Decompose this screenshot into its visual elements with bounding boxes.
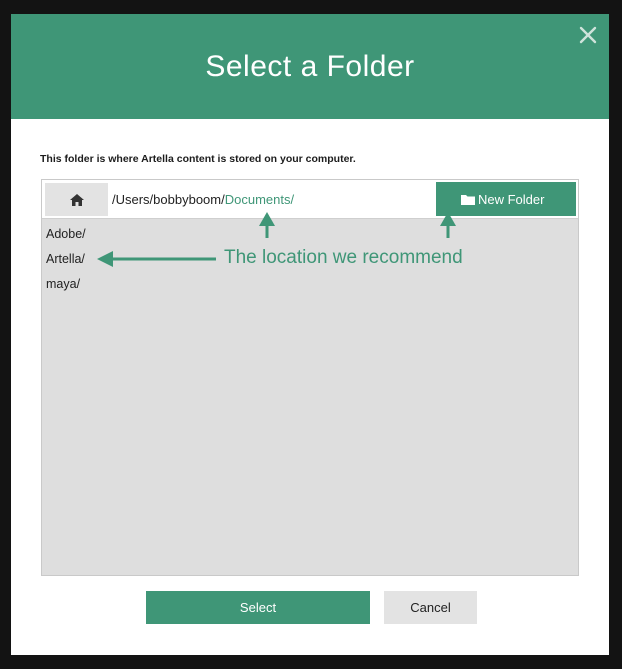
path-bar: /Users/bobbyboom/Documents/ New Folder [42,180,578,219]
folder-item-maya[interactable]: maya/ [46,277,80,291]
dialog-header: Select a Folder [11,14,609,119]
select-folder-dialog: Select a Folder This folder is where Art… [11,14,609,655]
folder-item-artella[interactable]: Artella/ [46,252,85,266]
folder-item-adobe[interactable]: Adobe/ [46,227,86,241]
screen-frame: Select a Folder This folder is where Art… [0,0,622,669]
close-button[interactable] [577,24,599,46]
select-button[interactable]: Select [146,591,370,624]
home-button[interactable] [45,183,108,216]
close-icon [579,26,597,44]
new-folder-button[interactable]: New Folder [436,182,576,216]
dialog-title: Select a Folder [205,50,415,83]
new-folder-label: New Folder [478,192,545,207]
folder-icon [461,195,475,205]
home-icon [70,194,84,206]
dialog-description: This folder is where Artella content is … [40,153,356,165]
folder-browser: /Users/bobbyboom/Documents/ New Folder A… [41,179,579,576]
annotation-text: The location we recommend [224,247,463,268]
current-path: /Users/bobbyboom/Documents/ [112,192,294,207]
path-highlight[interactable]: Documents/ [225,192,294,207]
cancel-button[interactable]: Cancel [384,591,477,624]
path-prefix: /Users/bobbyboom/ [112,192,225,207]
